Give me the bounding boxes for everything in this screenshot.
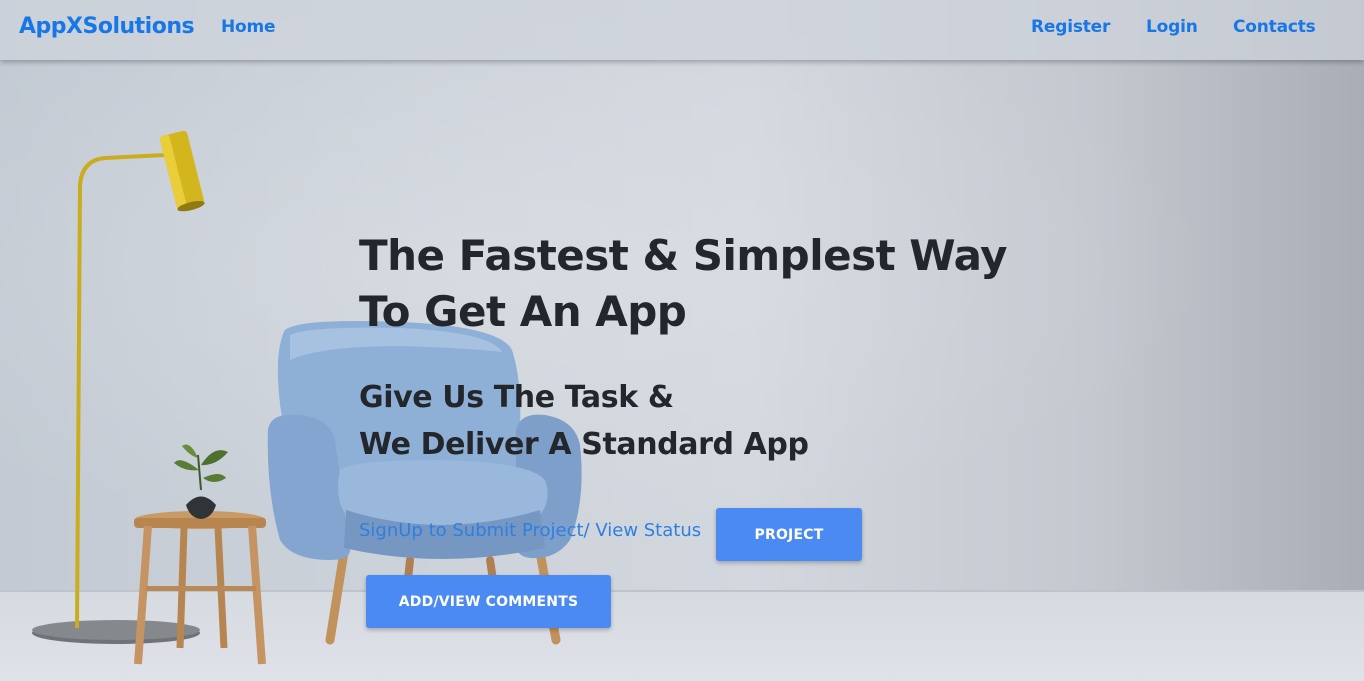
hero-subtitle-line-1: Give Us The Task & [359,380,674,415]
project-button[interactable]: PROJECT [716,508,862,561]
nav-home-link[interactable]: Home [221,17,276,37]
hero-subtitle-line-2: We Deliver A Standard App [359,427,809,462]
hero-subtitle: Give Us The Task & We Deliver A Standard… [359,374,919,468]
add-view-comments-button[interactable]: ADD/VIEW COMMENTS [366,575,611,628]
hero-title-line-2: To Get An App [359,287,687,336]
navbar: AppXSolutions Home Register Login Contac… [0,0,1364,60]
hero-title: The Fastest & Simplest Way To Get An App [359,228,1079,340]
furniture-illustration [32,130,582,665]
brand-logo[interactable]: AppXSolutions [19,14,195,39]
hero-background [0,0,1364,681]
signup-submit-link[interactable]: SignUp to Submit Project/ View Status [359,520,701,541]
nav-login-link[interactable]: Login [1146,17,1198,37]
nav-register-link[interactable]: Register [1031,17,1110,37]
hero-title-line-1: The Fastest & Simplest Way [359,231,1008,280]
plant-vase-icon [174,444,228,519]
nav-contacts-link[interactable]: Contacts [1233,17,1316,37]
